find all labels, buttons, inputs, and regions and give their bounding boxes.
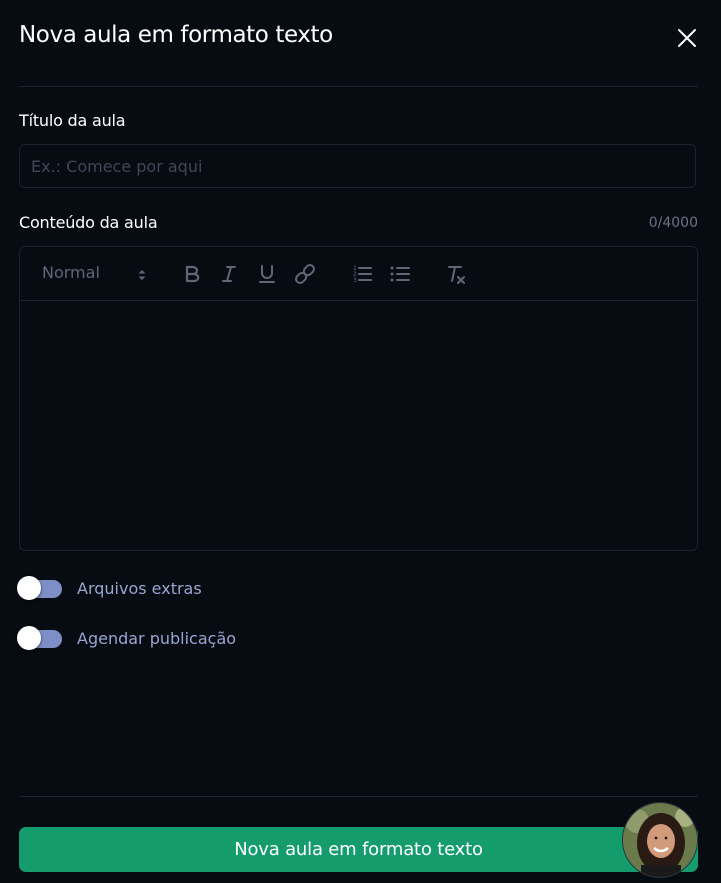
title-input[interactable] <box>19 144 696 188</box>
underline-icon[interactable] <box>258 261 276 287</box>
arquivos-extras-label: Arquivos extras <box>77 579 202 598</box>
svg-text:3: 3 <box>353 277 357 284</box>
rich-text-editor: Normal 1 2 3 <box>19 246 698 551</box>
character-counter: 0/4000 <box>648 215 698 231</box>
bullet-list-icon[interactable] <box>389 261 411 287</box>
toggle-knob <box>17 576 41 600</box>
submit-button[interactable]: Nova aula em formato texto <box>19 827 698 872</box>
agendar-publicacao-label: Agendar publicação <box>77 629 237 648</box>
close-icon[interactable] <box>676 27 698 49</box>
content-label: Conteúdo da aula <box>19 213 158 232</box>
clear-format-icon[interactable] <box>446 261 468 287</box>
bold-icon[interactable] <box>183 261 201 287</box>
link-icon[interactable] <box>295 261 315 287</box>
italic-icon[interactable] <box>220 261 238 287</box>
format-select[interactable]: Normal <box>42 263 100 282</box>
agendar-publicacao-toggle[interactable] <box>17 626 62 652</box>
dialog-title: Nova aula em formato texto <box>19 22 333 48</box>
support-avatar[interactable] <box>622 802 698 878</box>
footer-divider <box>19 796 698 797</box>
editor-content-area[interactable] <box>20 301 697 550</box>
select-arrows-icon[interactable] <box>137 267 147 281</box>
arquivos-extras-toggle[interactable] <box>17 576 62 602</box>
toggle-knob <box>17 626 41 650</box>
editor-toolbar: Normal 1 2 3 <box>20 247 697 301</box>
dialog-header: Nova aula em formato texto <box>19 0 698 87</box>
ordered-list-icon[interactable]: 1 2 3 <box>351 261 373 287</box>
title-label: Título da aula <box>19 111 126 130</box>
